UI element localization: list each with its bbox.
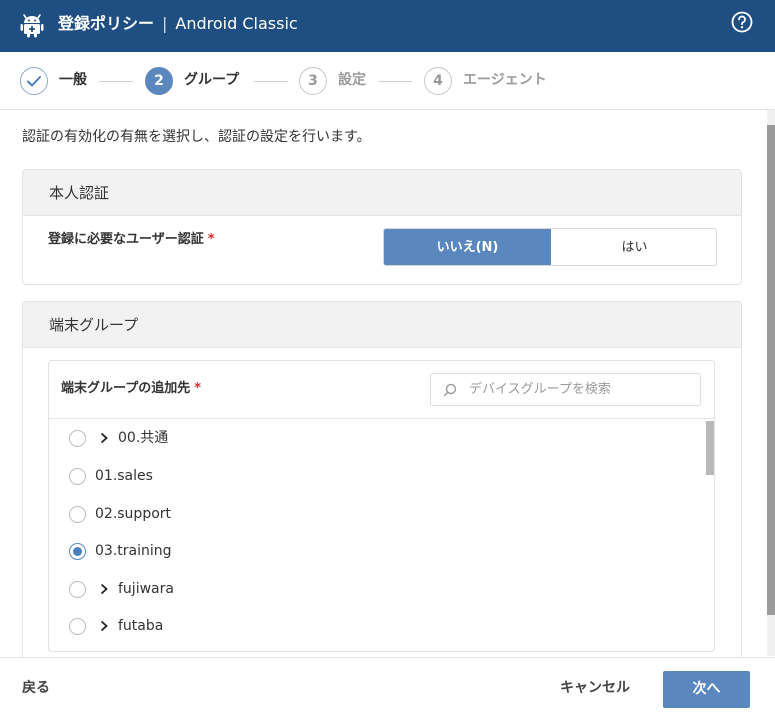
cancel-button[interactable]: キャンセル xyxy=(560,679,630,697)
group-radio-selected[interactable] xyxy=(69,543,86,560)
device-group-card: 端末グループ 端末グループの追加先 * デバイスグループを検索 00.共通 01.… xyxy=(22,301,742,671)
group-row[interactable]: 01.sales xyxy=(49,461,699,491)
required-mark: * xyxy=(194,381,202,396)
question-circle-icon[interactable] xyxy=(731,11,753,33)
group-label: futaba xyxy=(118,618,164,634)
step-connector xyxy=(254,81,288,82)
step-1-check-icon[interactable] xyxy=(20,67,48,95)
policy-name: Android Classic xyxy=(175,14,298,33)
group-field-label: 端末グループの追加先 * xyxy=(61,381,201,397)
auth-card-title: 本人認証 xyxy=(23,170,741,216)
step-connector xyxy=(378,81,412,82)
group-search-input[interactable]: デバイスグループを検索 xyxy=(430,373,701,406)
group-label: 02.support xyxy=(95,506,172,522)
next-button[interactable]: 次へ xyxy=(663,671,750,708)
group-row[interactable]: 03.training xyxy=(49,536,699,566)
search-placeholder: デバイスグループを検索 xyxy=(469,382,611,397)
auth-field-text: 登録に必要なユーザー認証 xyxy=(48,232,204,247)
group-row[interactable]: 00.共通 xyxy=(49,423,699,453)
group-row[interactable]: 02.support xyxy=(49,499,699,529)
group-radio[interactable] xyxy=(69,506,86,523)
group-field-text: 端末グループの追加先 xyxy=(61,381,191,396)
auth-field-label: 登録に必要なユーザー認証 * xyxy=(48,232,215,248)
page-scrollbar-thumb[interactable] xyxy=(767,125,775,615)
group-label: 00.共通 xyxy=(118,430,169,446)
step-4-number[interactable]: 4 xyxy=(424,67,452,95)
group-radio[interactable] xyxy=(69,468,86,485)
page-description: 認証の有効化の有無を選択し、認証の設定を行います。 xyxy=(22,129,371,145)
group-select-panel: 端末グループの追加先 * デバイスグループを検索 00.共通 01.sales 0… xyxy=(48,360,715,652)
step-3-label[interactable]: 設定 xyxy=(338,71,366,89)
dialog-footer: 戻る キャンセル 次へ xyxy=(0,657,775,715)
step-2-number[interactable]: 2 xyxy=(145,67,173,95)
group-radio[interactable] xyxy=(69,581,86,598)
group-label: 01.sales xyxy=(95,468,153,484)
group-radio[interactable] xyxy=(69,430,86,447)
group-radio[interactable] xyxy=(69,618,86,635)
chevron-right-icon[interactable] xyxy=(98,432,110,444)
group-label: 03.training xyxy=(95,543,172,559)
auth-toggle: いいえ(N) はい xyxy=(383,228,717,266)
step-4-label[interactable]: エージェント xyxy=(463,71,547,89)
chevron-right-icon[interactable] xyxy=(98,583,110,595)
android-plus-icon xyxy=(20,14,44,38)
back-button[interactable]: 戻る xyxy=(22,679,50,697)
step-2-label[interactable]: グループ xyxy=(184,71,239,89)
policy-label: 登録ポリシー xyxy=(58,14,155,33)
auth-option-no[interactable]: いいえ(N) xyxy=(384,229,551,265)
required-mark: * xyxy=(207,232,215,247)
title-bar: 登録ポリシー | Android Classic xyxy=(0,0,775,52)
window-title: 登録ポリシー | Android Classic xyxy=(58,14,298,34)
auth-option-yes[interactable]: はい xyxy=(551,229,716,265)
chevron-right-icon[interactable] xyxy=(98,620,110,632)
device-group-card-title: 端末グループ xyxy=(23,302,741,348)
group-list-scroll-thumb[interactable] xyxy=(706,421,714,475)
wizard-stepper: 一般 2 グループ 3 設定 4 エージェント xyxy=(0,52,775,110)
title-separator: | xyxy=(162,14,168,33)
auth-card: 本人認証 登録に必要なユーザー認証 * いいえ(N) はい xyxy=(22,169,742,285)
step-1-label[interactable]: 一般 xyxy=(59,71,87,89)
group-list-scrollbar[interactable] xyxy=(706,419,714,651)
group-row[interactable]: fujiwara xyxy=(49,574,699,604)
step-3-number[interactable]: 3 xyxy=(299,67,327,95)
group-row[interactable]: futaba xyxy=(49,611,699,641)
step-connector xyxy=(99,81,133,82)
search-icon xyxy=(443,383,457,397)
group-label: fujiwara xyxy=(118,581,174,597)
group-panel-header: 端末グループの追加先 * デバイスグループを検索 xyxy=(49,361,714,419)
